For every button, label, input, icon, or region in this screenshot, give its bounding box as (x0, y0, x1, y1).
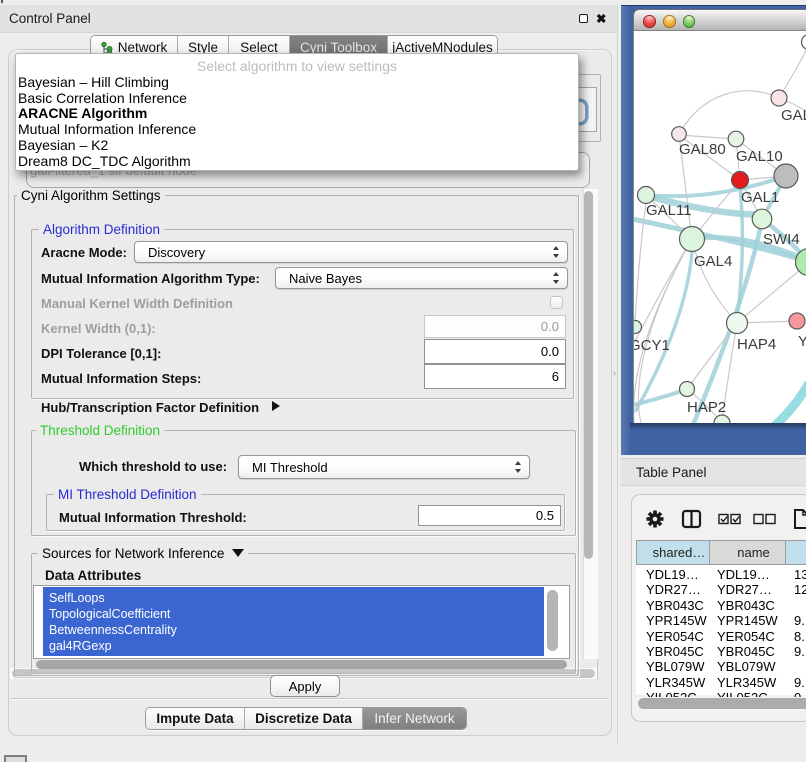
svg-text:HAP4: HAP4 (737, 336, 776, 353)
svg-text:GAL4: GAL4 (694, 253, 732, 270)
svg-text:GAL1: GAL1 (741, 189, 779, 206)
svg-text:HAP2: HAP2 (687, 399, 726, 416)
svg-text:SWI4: SWI4 (763, 231, 800, 248)
svg-text:GAL10: GAL10 (736, 148, 783, 165)
svg-text:GAL80: GAL80 (679, 141, 726, 158)
svg-text:Y: Y (798, 333, 806, 350)
svg-text:GAL11: GAL11 (646, 202, 692, 219)
svg-text:GAL7: GAL7 (781, 107, 806, 124)
svg-text:GCY1: GCY1 (634, 337, 670, 354)
